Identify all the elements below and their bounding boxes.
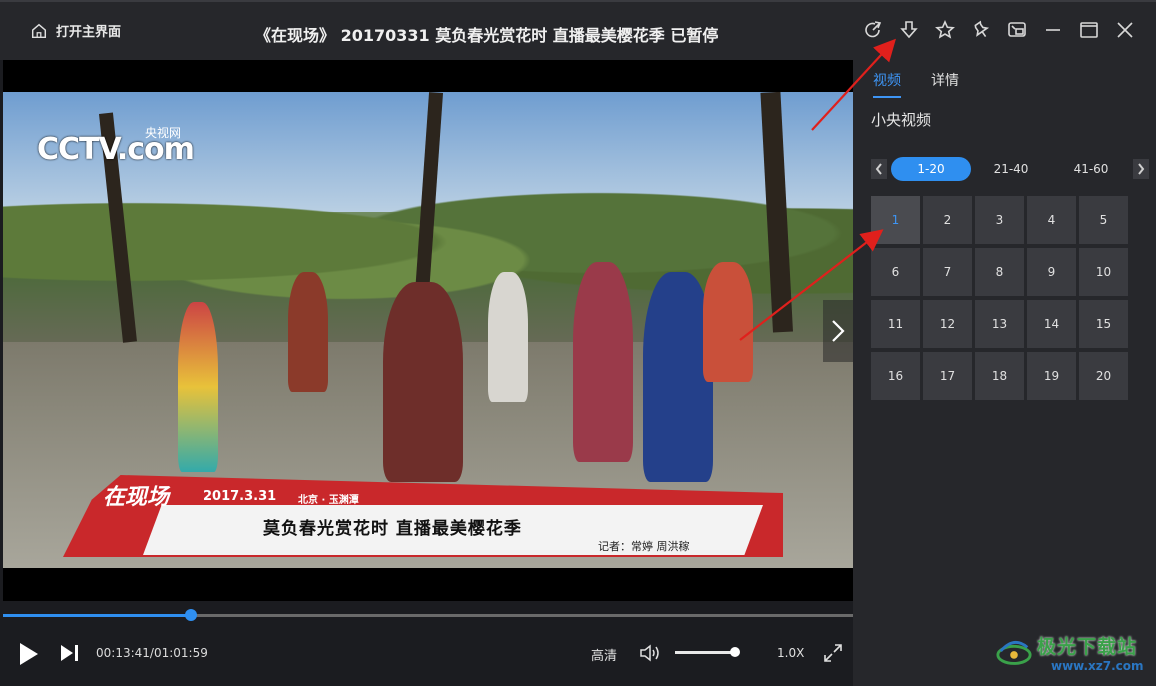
episode-button[interactable]: 5 — [1079, 196, 1128, 244]
share-icon[interactable] — [862, 19, 884, 41]
episode-button[interactable]: 7 — [923, 248, 972, 296]
caption-date: 2017.3.31 — [203, 489, 277, 504]
episode-sidebar: 视频 详情 小央视频 1-20 21-40 41-60 1 2 3 4 5 6 7 8 9 10 1… — [853, 60, 1156, 686]
caption-headline: 莫负春光赏花时 直播最美樱花季 — [263, 519, 522, 539]
volume-slider-fill — [675, 651, 735, 654]
dancer — [288, 272, 328, 392]
caption-location: 北京 · 玉渊潭 — [298, 495, 359, 506]
episode-range-selector: 1-20 21-40 41-60 — [871, 157, 1151, 181]
video-player[interactable]: CCTV.com 央视网 在现场 2017.3.31 北京 · 玉渊潭 莫负春光… — [3, 60, 853, 601]
window-title: 《在现场》 20170331 莫负春光赏花时 直播最美樱花季 已暂停 — [255, 26, 719, 45]
dancer — [573, 262, 633, 462]
episode-button[interactable]: 14 — [1027, 300, 1076, 348]
next-episode-arrow[interactable] — [823, 300, 853, 362]
watermark-logo-icon — [996, 640, 1032, 665]
progress-bar[interactable] — [3, 609, 853, 621]
tab-details[interactable]: 详情 — [931, 70, 959, 98]
range-21-40[interactable]: 21-40 — [971, 157, 1051, 181]
play-button[interactable] — [17, 641, 41, 671]
volume-slider[interactable] — [675, 647, 740, 657]
sidebar-tabs: 视频 详情 — [873, 70, 959, 98]
chevron-right-icon — [1138, 163, 1145, 175]
episode-button[interactable]: 9 — [1027, 248, 1076, 296]
episode-button[interactable]: 19 — [1027, 352, 1076, 400]
fullscreen-icon — [824, 644, 842, 662]
window-controls — [862, 19, 1136, 41]
caption-reporter: 记者：常婷 周洪稼 — [598, 540, 690, 553]
watermark-text: 极光下载站 www.xz7.com — [1037, 632, 1144, 673]
progress-bar-fill — [3, 614, 191, 617]
episode-button[interactable]: 18 — [975, 352, 1024, 400]
dancer — [383, 282, 463, 482]
range-prev-button[interactable] — [871, 159, 887, 179]
playback-speed[interactable]: 1.0X — [777, 646, 804, 660]
title-bar: 打开主界面 《在现场》 20170331 莫负春光赏花时 直播最美樱花季 已暂停 — [0, 0, 1156, 60]
episode-grid: 1 2 3 4 5 6 7 8 9 10 11 12 13 14 15 16 17 18 19 20 — [871, 196, 1128, 400]
episode-button[interactable]: 16 — [871, 352, 920, 400]
time-display: 00:13:41/01:01:59 — [96, 646, 208, 660]
program-logo: 在现场 — [103, 485, 170, 510]
episode-button[interactable]: 15 — [1079, 300, 1128, 348]
episode-button[interactable]: 8 — [975, 248, 1024, 296]
minimize-icon[interactable] — [1042, 19, 1064, 41]
episode-button[interactable]: 1 — [871, 196, 920, 244]
site-watermark: 极光下载站 www.xz7.com — [995, 632, 1144, 673]
volume-slider-thumb[interactable] — [729, 647, 740, 657]
close-icon[interactable] — [1114, 19, 1136, 41]
home-icon — [31, 23, 47, 38]
episode-button[interactable]: 3 — [975, 196, 1024, 244]
lower-third-caption: 在现场 2017.3.31 北京 · 玉渊潭 莫负春光赏花时 直播最美樱花季 记… — [63, 475, 803, 560]
fullscreen-button[interactable] — [823, 643, 843, 667]
episode-button[interactable]: 6 — [871, 248, 920, 296]
episode-button[interactable]: 2 — [923, 196, 972, 244]
episode-button[interactable]: 10 — [1079, 248, 1128, 296]
chevron-left-icon — [875, 163, 882, 175]
play-icon — [20, 643, 38, 665]
episode-button[interactable]: 4 — [1027, 196, 1076, 244]
volume-button[interactable] — [639, 643, 661, 667]
mini-window-icon[interactable] — [1006, 19, 1028, 41]
watermark-url: www.xz7.com — [1051, 659, 1144, 673]
open-main-window-label: 打开主界面 — [56, 25, 122, 40]
open-main-window-button[interactable]: 打开主界面 — [30, 21, 121, 40]
cctv-logo-sub: 央视网 — [145, 126, 182, 140]
progress-bar-thumb[interactable] — [184, 609, 197, 621]
episode-button[interactable]: 17 — [923, 352, 972, 400]
volume-icon — [640, 644, 659, 662]
download-icon[interactable] — [898, 19, 920, 41]
tab-video[interactable]: 视频 — [873, 70, 901, 98]
range-next-button[interactable] — [1133, 159, 1149, 179]
watermark-name: 极光下载站 — [1037, 636, 1138, 658]
dancer — [703, 262, 753, 382]
skip-next-icon — [61, 645, 78, 661]
dancer — [488, 272, 528, 402]
channel-name: 小央视频 — [871, 111, 932, 129]
player-controls: 00:13:41/01:01:59 高清 1.0X — [3, 601, 853, 686]
episode-button[interactable]: 11 — [871, 300, 920, 348]
quality-selector[interactable]: 高清 — [591, 645, 617, 664]
chevron-right-icon — [832, 320, 845, 342]
favorite-icon[interactable] — [934, 19, 956, 41]
next-button[interactable] — [59, 643, 81, 667]
range-1-20[interactable]: 1-20 — [891, 157, 971, 181]
pin-icon[interactable] — [970, 19, 992, 41]
episode-button[interactable]: 12 — [923, 300, 972, 348]
video-frame[interactable]: CCTV.com 央视网 在现场 2017.3.31 北京 · 玉渊潭 莫负春光… — [3, 92, 853, 568]
maximize-icon[interactable] — [1078, 19, 1100, 41]
episode-button[interactable]: 20 — [1079, 352, 1128, 400]
episode-button[interactable]: 13 — [975, 300, 1024, 348]
cctv-logo: CCTV.com 央视网 — [37, 126, 195, 167]
ribbon — [178, 302, 218, 472]
range-41-60[interactable]: 41-60 — [1051, 157, 1131, 181]
